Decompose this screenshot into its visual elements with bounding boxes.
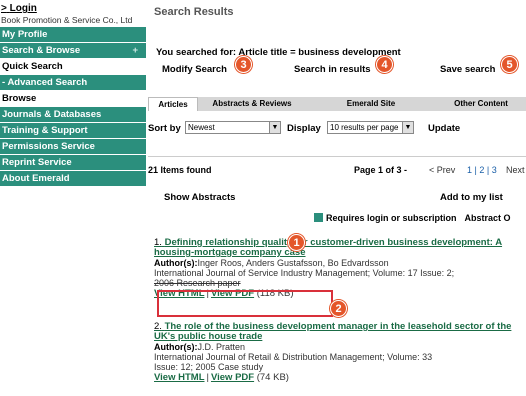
chevron-down-icon: ▼ bbox=[269, 122, 280, 133]
highlight-box bbox=[157, 290, 333, 317]
sidebar-item-browse[interactable]: Browse bbox=[0, 91, 146, 107]
save-search-button[interactable]: Save search bbox=[440, 64, 495, 75]
sort-label: Sort by bbox=[148, 123, 181, 134]
sidebar-item-advanced-search[interactable]: - Advanced Search bbox=[0, 75, 146, 91]
tab-articles[interactable]: Articles bbox=[148, 97, 198, 111]
update-button[interactable]: Update bbox=[428, 123, 460, 134]
sidebar-item-my-profile[interactable]: My Profile bbox=[0, 27, 146, 43]
page-title: Search Results bbox=[154, 6, 234, 18]
result-meta: Issue: 12; 2005 Case study bbox=[154, 362, 264, 372]
company-name: Book Promotion & Service Co., Ltd bbox=[1, 15, 133, 25]
sidebar-item-about-emerald[interactable]: About Emerald bbox=[0, 171, 146, 187]
next-page-link[interactable]: Next bbox=[506, 165, 525, 175]
main-content: Search Results You searched for: Article… bbox=[148, 0, 526, 396]
result-item: 2. The role of the business development … bbox=[154, 322, 526, 384]
result-links: View HTML | View PDF (74 KB) bbox=[154, 372, 526, 384]
link-separator: | bbox=[206, 372, 209, 383]
sidebar-item-quick-search[interactable]: Quick Search bbox=[0, 59, 146, 75]
result-title-text: The role of the business development man… bbox=[154, 321, 512, 342]
display-label: Display bbox=[287, 123, 321, 134]
result-authors: Author(s):Inger Roos, Anders Gustafsson,… bbox=[154, 258, 526, 268]
page-numbers[interactable]: 1 | 2 | 3 bbox=[467, 165, 497, 175]
tab-emerald-site[interactable]: Emerald Site bbox=[306, 97, 436, 111]
authors-text: J.D. Pratten bbox=[197, 342, 246, 352]
result-authors: Author(s):J.D. Pratten bbox=[154, 342, 526, 352]
pagination-bar: 21 Items found Page 1 of 3 - < Prev 1 | … bbox=[148, 163, 526, 177]
sort-select[interactable]: Newest ▼ bbox=[185, 121, 281, 134]
search-in-results-button[interactable]: Search in results bbox=[294, 64, 371, 75]
sidebar: > Login Book Promotion & Service Co., Lt… bbox=[0, 0, 146, 396]
result-journal: International Journal of Service Industr… bbox=[154, 268, 455, 278]
expand-icon: + bbox=[132, 45, 138, 56]
result-journal: International Journal of Retail & Distri… bbox=[154, 352, 433, 362]
authors-label: Author(s): bbox=[154, 342, 198, 352]
authors-text: Inger Roos, Anders Gustafsson, Bo Edvard… bbox=[197, 258, 389, 268]
result-tabs: Articles Abstracts & Reviews Emerald Sit… bbox=[148, 97, 526, 111]
callout-badge: 1 bbox=[288, 234, 305, 251]
sort-select-value: Newest bbox=[188, 123, 215, 132]
add-to-list-button[interactable]: Add to my list bbox=[440, 192, 503, 203]
view-pdf-link[interactable]: View PDF bbox=[211, 372, 254, 383]
result-meta: 2006 Research paper bbox=[154, 278, 241, 288]
tab-other-content[interactable]: Other Content bbox=[436, 97, 526, 111]
divider bbox=[148, 156, 526, 157]
sidebar-item-search-browse[interactable]: Search & Browse + bbox=[0, 43, 146, 59]
result-title[interactable]: 1. Defining relationship quality for cus… bbox=[154, 238, 526, 258]
page-indicator: Page 1 of 3 - bbox=[354, 165, 408, 175]
callout-badge: 4 bbox=[376, 56, 393, 73]
sort-bar: Sort by Newest ▼ Display 10 results per … bbox=[148, 120, 526, 136]
modify-search-button[interactable]: Modify Search bbox=[162, 64, 227, 75]
tab-abstracts-reviews[interactable]: Abstracts & Reviews bbox=[198, 97, 306, 111]
abstract-bar: Show Abstracts Add to my list bbox=[148, 190, 526, 204]
authors-label: Author(s): bbox=[154, 258, 198, 268]
show-abstracts-button[interactable]: Show Abstracts bbox=[164, 192, 235, 203]
sidebar-item-permissions-service[interactable]: Permissions Service bbox=[0, 139, 146, 155]
items-found: 21 Items found bbox=[148, 165, 212, 175]
search-summary: You searched for: Article title = busine… bbox=[148, 40, 526, 84]
abstract-only-label: Abstract O bbox=[464, 213, 511, 223]
account-area: > Login Book Promotion & Service Co., Lt… bbox=[0, 0, 146, 25]
search-query-summary: You searched for: Article title = busine… bbox=[156, 47, 401, 58]
callout-badge: 5 bbox=[501, 56, 518, 73]
sidebar-item-training-support[interactable]: Training & Support bbox=[0, 123, 146, 139]
view-html-link[interactable]: View HTML bbox=[154, 372, 205, 383]
login-label: Login bbox=[9, 3, 37, 14]
callout-badge: 2 bbox=[330, 300, 347, 317]
callout-badge: 3 bbox=[235, 56, 252, 73]
requires-login-label: Requires login or subscription bbox=[326, 213, 457, 223]
sidebar-item-label: Search & Browse bbox=[2, 45, 81, 56]
sidebar-item-reprint-service[interactable]: Reprint Service bbox=[0, 155, 146, 171]
prev-page-link[interactable]: < Prev bbox=[429, 165, 455, 175]
result-title[interactable]: 2. The role of the business development … bbox=[154, 322, 526, 342]
display-select[interactable]: 10 results per page ▼ bbox=[327, 121, 414, 134]
sidebar-item-journals-databases[interactable]: Journals & Databases bbox=[0, 107, 146, 123]
sidebar-nav: My Profile Search & Browse + Quick Search… bbox=[0, 27, 146, 187]
subscription-icon bbox=[314, 213, 323, 222]
login-prefix: > bbox=[1, 3, 7, 14]
login-link[interactable]: > Login bbox=[1, 2, 146, 15]
access-legend: Requires login or subscription Abstract O bbox=[314, 213, 511, 223]
display-select-value: 10 results per page bbox=[330, 123, 399, 132]
result-title-text: Defining relationship quality for custom… bbox=[154, 237, 503, 258]
file-size: (74 KB) bbox=[256, 372, 289, 383]
chevron-down-icon: ▼ bbox=[402, 122, 413, 133]
